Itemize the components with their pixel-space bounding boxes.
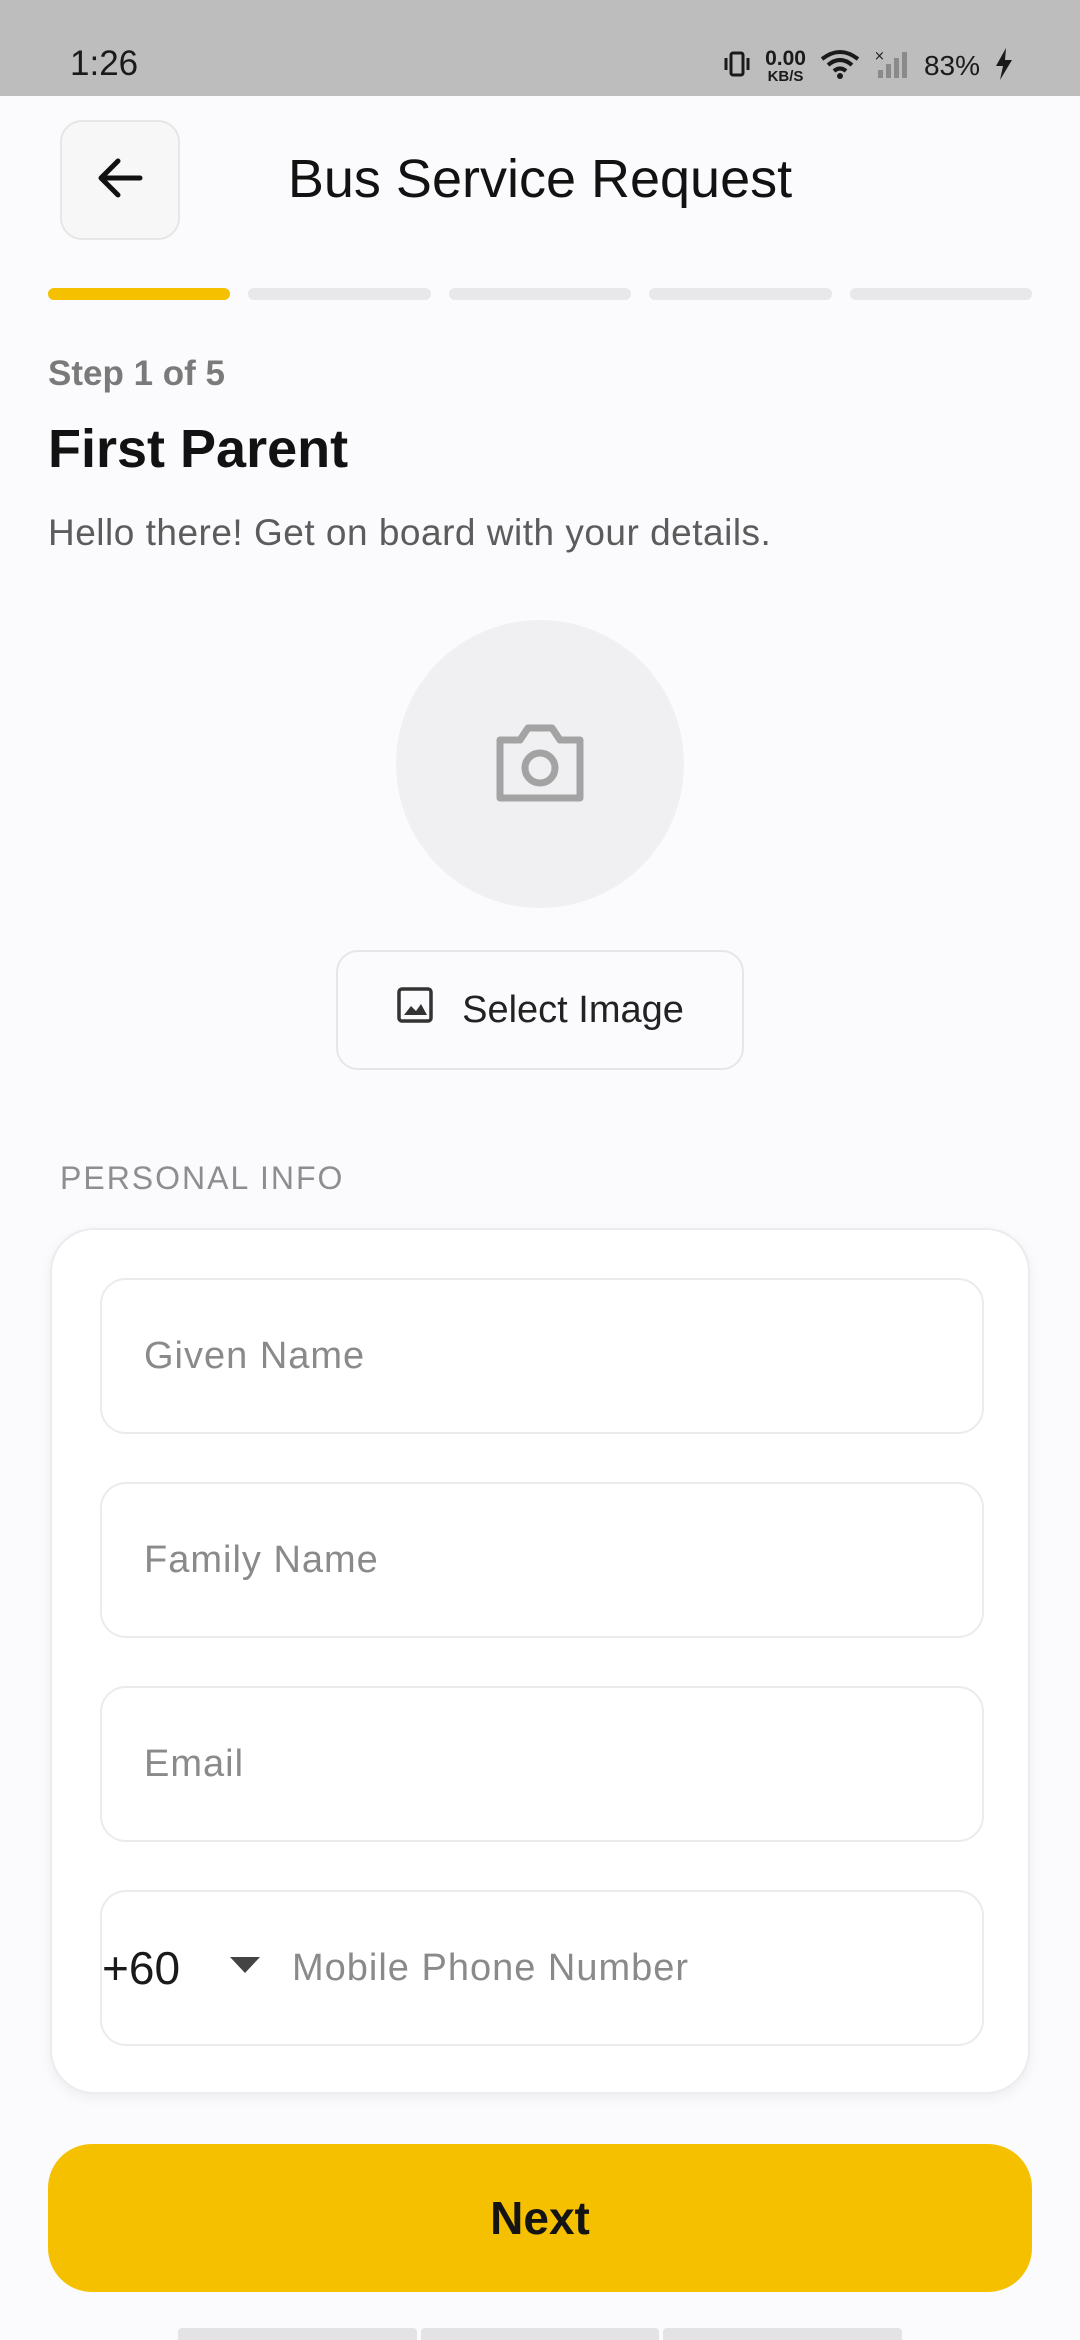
country-code-value: +60 [102,1942,181,1994]
vibrate-icon [723,49,751,84]
image-icon [396,986,434,1034]
mobile-phone-input[interactable] [292,1892,982,2044]
status-icons: 0.00 KB/S × 83% [723,46,1014,86]
caret-down-icon [230,1956,261,1980]
step-label: Step 1 of 5 [48,354,225,393]
home-indicator [178,2328,903,2340]
progress-segment-4 [649,288,832,300]
progress-segment-1 [48,288,231,300]
battery-level: 83% [923,50,980,81]
family-name-input[interactable] [102,1484,982,1636]
charging-icon [994,47,1014,85]
given-name-input[interactable] [102,1280,982,1432]
given-name-field [100,1278,984,1434]
net-speed-value: 0.00 [765,47,806,70]
select-image-button[interactable]: Select Image [336,950,744,1070]
net-speed: 0.00 KB/S [765,48,806,84]
signal-icon: × [874,48,910,85]
email-input[interactable] [102,1688,982,1840]
net-speed-unit: KB/S [767,68,804,85]
country-code-dropdown[interactable]: +60 [102,1892,292,2044]
profile-photo-placeholder[interactable] [396,620,684,908]
status-time: 1:26 [70,44,139,83]
section-subtitle: Hello there! Get on board with your deta… [48,512,772,553]
status-bar: 1:26 0.00 KB/S × 83% [0,0,1080,96]
personal-info-card: +60 [50,1228,1030,2094]
next-button[interactable]: Next [48,2144,1032,2292]
page-title: Bus Service Request [287,149,793,209]
camera-icon [492,720,588,809]
progress-segment-2 [248,288,431,300]
email-field [100,1686,984,1842]
section-title: First Parent [48,419,349,479]
step-progress [48,288,1033,300]
app-header: Bus Service Request [0,96,1080,266]
mobile-phone-field: +60 [100,1890,984,2046]
select-image-label: Select Image [462,988,684,1031]
progress-segment-3 [448,288,632,300]
wifi-icon [820,49,860,84]
progress-segment-5 [849,288,1033,300]
family-name-field [100,1482,984,1638]
svg-text:×: × [874,49,885,64]
personal-info-label: PERSONAL INFO [60,1160,345,1196]
